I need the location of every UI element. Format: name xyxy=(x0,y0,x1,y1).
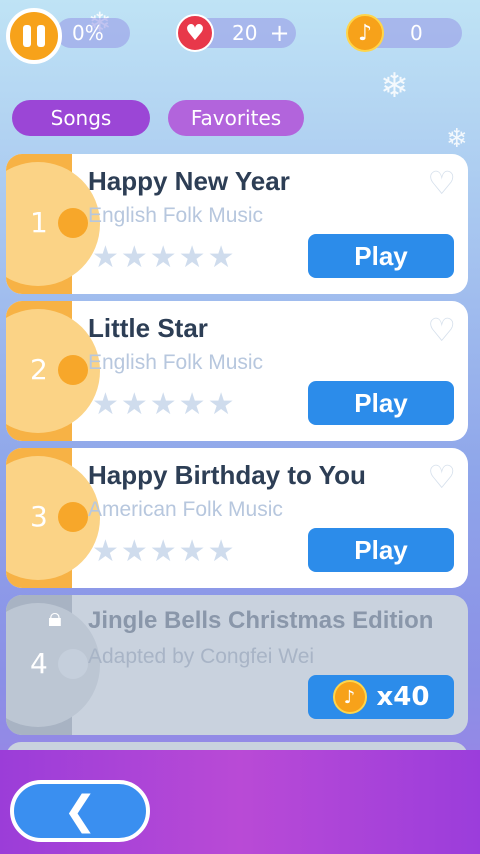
lives-count: 20 xyxy=(232,21,258,45)
song-number: 4 xyxy=(30,647,48,680)
music-note-coin-icon: ♪ xyxy=(346,14,384,52)
song-artist: English Folk Music xyxy=(88,204,264,227)
song-title: Happy New Year xyxy=(88,166,290,196)
coins-count: 0 xyxy=(410,21,423,45)
chevron-left-icon: ❮ xyxy=(63,788,97,834)
unlock-price: x40 xyxy=(376,682,430,712)
song-number: 3 xyxy=(30,500,48,533)
add-lives-button[interactable]: + xyxy=(269,19,289,47)
snowflake-decoration: ❄ xyxy=(446,124,468,154)
progress-pill: 0% xyxy=(56,18,130,48)
tab-songs[interactable]: Songs xyxy=(12,100,150,136)
song-card: 2 Little Star English Folk Music ★★★★★ ♡… xyxy=(6,301,468,441)
unlock-button[interactable]: ♪ x40 xyxy=(308,675,454,719)
song-artist: American Folk Music xyxy=(88,498,283,521)
song-number: 2 xyxy=(30,353,48,386)
song-artist: English Folk Music xyxy=(88,351,264,374)
song-card-locked: 🔒︎ 4 Jingle Bells Christmas Edition Adap… xyxy=(6,595,468,735)
song-title: Happy Birthday to You xyxy=(88,460,366,490)
lock-icon: 🔒︎ xyxy=(48,603,62,633)
progress-text: 0% xyxy=(72,21,104,45)
song-title: Jingle Bells Christmas Edition xyxy=(88,607,434,634)
star-rating: ★★★★★ xyxy=(92,240,237,275)
play-button[interactable]: Play xyxy=(308,381,454,425)
song-number: 1 xyxy=(30,206,48,239)
star-rating: ★★★★★ xyxy=(92,387,237,422)
star-rating: ★★★★★ xyxy=(92,534,237,569)
heart-icon: ♥ xyxy=(176,14,214,52)
play-button[interactable]: Play xyxy=(308,234,454,278)
song-artist: Adapted by Congfei Wei xyxy=(88,645,315,668)
song-card: 1 Happy New Year English Folk Music ★★★★… xyxy=(6,154,468,294)
pause-icon xyxy=(23,25,31,47)
heart-outline-icon[interactable]: ♡ xyxy=(427,458,456,496)
tab-favorites[interactable]: Favorites xyxy=(168,100,304,136)
snowflake-decoration: ❄ xyxy=(380,66,409,106)
heart-outline-icon[interactable]: ♡ xyxy=(427,164,456,202)
pause-button[interactable] xyxy=(6,8,62,64)
back-button[interactable]: ❮ xyxy=(10,780,150,842)
song-card: 3 Happy Birthday to You American Folk Mu… xyxy=(6,448,468,588)
song-title: Little Star xyxy=(88,313,208,343)
heart-outline-icon[interactable]: ♡ xyxy=(427,311,456,349)
music-note-coin-icon: ♪ xyxy=(332,680,367,714)
play-button[interactable]: Play xyxy=(308,528,454,572)
